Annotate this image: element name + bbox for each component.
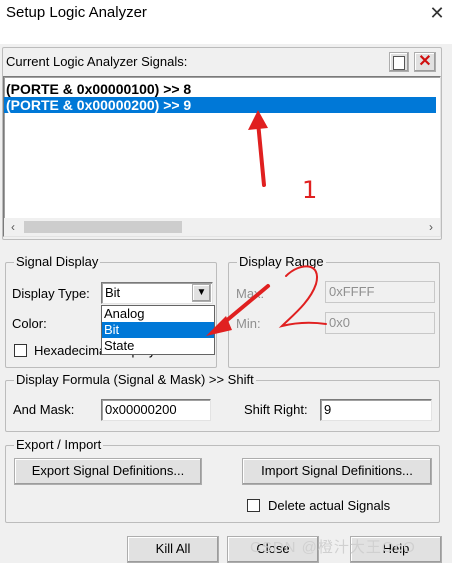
- delete-actual-signals-label[interactable]: Delete actual Signals: [268, 498, 390, 513]
- window-title: Setup Logic Analyzer: [6, 4, 147, 21]
- option-analog[interactable]: Analog: [102, 306, 214, 322]
- option-state[interactable]: State: [102, 338, 214, 354]
- export-import-legend: Export / Import: [14, 437, 104, 453]
- display-type-label: Display Type:: [12, 286, 90, 301]
- display-type-value: Bit: [105, 285, 121, 300]
- annotation-mark-1: 1: [302, 176, 318, 204]
- max-label: Max:: [236, 286, 265, 301]
- signal-item-0[interactable]: (PORTE & 0x00000100) >> 8: [4, 81, 436, 97]
- shift-right-label: Shift Right:: [244, 402, 308, 417]
- and-mask-input[interactable]: 0x00000200: [101, 399, 211, 421]
- import-signal-definitions-button[interactable]: Import Signal Definitions...: [242, 458, 432, 485]
- min-label: Min:: [236, 316, 261, 331]
- chevron-down-icon: ▼: [196, 287, 207, 298]
- hex-display-checkbox[interactable]: [14, 344, 27, 357]
- color-label: Color:: [12, 316, 47, 331]
- watermark: CSDN @橙汁大王OcO: [250, 539, 416, 556]
- display-type-dropdown-button[interactable]: ▼: [192, 284, 211, 302]
- signal-item-1[interactable]: (PORTE & 0x00000200) >> 9: [4, 97, 436, 113]
- new-signal-button[interactable]: [389, 52, 409, 72]
- and-mask-label: And Mask:: [13, 402, 75, 417]
- delete-signal-button[interactable]: ✕: [414, 52, 436, 72]
- min-input: 0x0: [325, 312, 435, 334]
- shift-right-input[interactable]: 9: [320, 399, 432, 421]
- delete-x-icon: ✕: [418, 53, 432, 70]
- display-range-legend: Display Range: [237, 254, 326, 270]
- delete-actual-signals-checkbox[interactable]: [247, 499, 260, 512]
- scroll-left-icon[interactable]: ‹: [6, 219, 20, 235]
- export-signal-definitions-button[interactable]: Export Signal Definitions...: [14, 458, 202, 485]
- new-document-icon: [393, 56, 405, 70]
- max-input: 0xFFFF: [325, 281, 435, 303]
- scroll-right-icon[interactable]: ›: [424, 219, 438, 235]
- signals-label: Current Logic Analyzer Signals:: [6, 54, 188, 69]
- close-icon[interactable]: ✕: [426, 2, 448, 24]
- kill-all-button[interactable]: Kill All: [127, 536, 219, 563]
- signal-display-legend: Signal Display: [14, 254, 101, 270]
- option-bit[interactable]: Bit: [102, 322, 214, 338]
- display-formula-legend: Display Formula (Signal & Mask) >> Shift: [14, 372, 256, 388]
- scroll-thumb[interactable]: [24, 221, 182, 233]
